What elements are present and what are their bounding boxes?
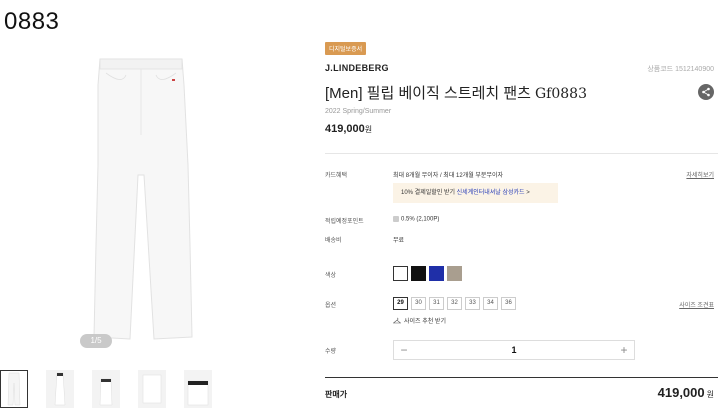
sale-price-label: 판매가 <box>325 390 348 399</box>
digital-warranty-badge: 디지털보증서 <box>325 42 367 55</box>
brand-name[interactable]: J.LINDEBERG <box>325 63 389 73</box>
color-swatch[interactable] <box>429 266 444 281</box>
divider <box>325 377 718 378</box>
size-guide-link[interactable]: 사이즈 조견표 <box>679 300 714 309</box>
hanger-icon <box>393 317 401 324</box>
thumbnail[interactable] <box>0 370 28 408</box>
pants-thumb-icon <box>142 374 162 404</box>
color-swatches <box>393 266 462 281</box>
size-recommend-button[interactable]: 사이즈 추천 받기 <box>393 316 446 325</box>
points-label: 적립예정포인트 <box>325 219 364 225</box>
share-button[interactable] <box>698 84 714 100</box>
share-icon <box>702 87 710 97</box>
promo-card-name: 신세계인터내셔날 삼성카드 <box>456 190 525 196</box>
size-option[interactable]: 36 <box>501 297 516 310</box>
size-option[interactable]: 33 <box>465 297 480 310</box>
product-name-en: Gf0883 <box>535 86 587 102</box>
color-swatch[interactable] <box>447 266 462 281</box>
size-option[interactable]: 30 <box>411 297 426 310</box>
size-option[interactable]: 32 <box>447 297 462 310</box>
points-value-wrap: 0.5% (2,100P) <box>393 216 439 223</box>
sale-price: 419,000 원 <box>658 385 714 400</box>
product-name: [Men] 필립 베이직 스트레치 팬츠 Gf0883 <box>325 82 587 103</box>
points-value: 0.5% (2,100P) <box>401 216 440 223</box>
card-benefit-value: 최대 8개월 무이자 / 최대 12개월 부분무이자 <box>393 173 504 179</box>
thumbnail-strip <box>0 370 212 408</box>
size-option[interactable]: 34 <box>483 297 498 310</box>
card-promo-banner[interactable]: 10% 결제일할인 받기 신세계인터내셔날 삼성카드 > <box>393 183 558 203</box>
gallery-pager: 1/5 <box>80 334 112 348</box>
product-code: 상품코드 1512140900 <box>647 66 714 73</box>
quantity-value[interactable]: 1 <box>414 345 614 355</box>
product-name-ko: [Men] 필립 베이직 스트레치 팬츠 <box>325 85 531 102</box>
size-options: 29 30 31 32 33 34 36 <box>393 297 516 310</box>
color-swatch[interactable] <box>393 266 408 281</box>
season-label: 2022 Spring/Summer <box>325 108 392 115</box>
pants-thumb-icon <box>187 380 209 406</box>
option-label: 옵션 <box>325 303 337 309</box>
pants-thumb-icon <box>7 372 21 406</box>
size-recommend-label: 사이즈 추천 받기 <box>404 319 446 325</box>
card-benefit-label: 카드혜택 <box>325 173 348 179</box>
product-main-image[interactable] <box>32 45 232 350</box>
thumbnail[interactable] <box>184 370 212 408</box>
sale-price-unit: 원 <box>706 390 714 399</box>
shipping-label: 배송비 <box>325 238 342 244</box>
color-label: 색상 <box>325 273 337 279</box>
point-icon <box>393 216 399 222</box>
page-title: 0883 <box>4 8 60 35</box>
color-swatch[interactable] <box>411 266 426 281</box>
quantity-label: 수량 <box>325 349 337 355</box>
quantity-stepper: − 1 + <box>393 340 635 360</box>
size-option[interactable]: 31 <box>429 297 444 310</box>
price-value: 419,000 <box>325 123 365 135</box>
sale-price-value: 419,000 <box>657 385 705 400</box>
quantity-minus-button[interactable]: − <box>394 343 414 357</box>
divider <box>325 153 718 154</box>
price: 419,000원 <box>325 123 372 135</box>
price-unit: 원 <box>364 125 373 134</box>
thumbnail[interactable] <box>138 370 166 408</box>
pants-thumb-icon <box>54 372 66 406</box>
pants-illustration <box>93 58 193 340</box>
shipping-value: 무료 <box>393 238 405 244</box>
thumbnail[interactable] <box>92 370 120 408</box>
promo-text: 10% 결제일할인 받기 <box>401 190 455 196</box>
thumbnail[interactable] <box>46 370 74 408</box>
pants-thumb-icon <box>99 378 113 406</box>
chevron-right-icon: > <box>526 190 530 196</box>
card-details-link[interactable]: 자세히보기 <box>686 170 714 179</box>
quantity-plus-button[interactable]: + <box>614 343 634 357</box>
size-option[interactable]: 29 <box>393 297 408 310</box>
